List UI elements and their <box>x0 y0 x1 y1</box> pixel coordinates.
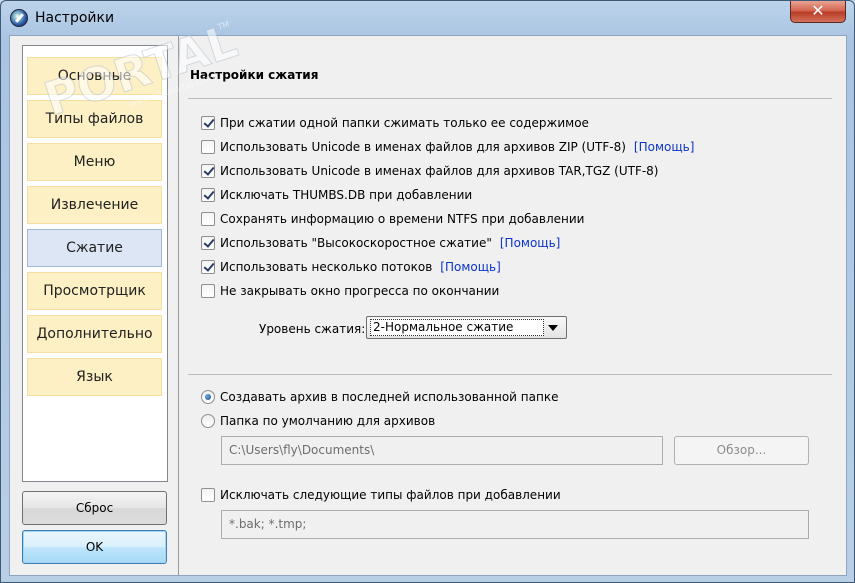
checkbox[interactable] <box>201 116 215 130</box>
option-label: Использовать Unicode в именах файлов для… <box>220 140 626 154</box>
option-row[interactable]: Использовать Unicode в именах файлов для… <box>201 162 659 180</box>
chevron-down-icon <box>548 325 558 331</box>
checkbox[interactable] <box>201 212 215 226</box>
checkbox[interactable] <box>201 260 215 274</box>
nav-item-general[interactable]: Основные <box>27 57 162 95</box>
option-row[interactable]: Использовать несколько потоков [Помощь] <box>201 258 501 276</box>
nav-item-file-types[interactable]: Типы файлов <box>27 100 162 138</box>
radio-button[interactable] <box>201 414 215 428</box>
window-title: Настройки <box>35 10 115 26</box>
nav-item-menu[interactable]: Меню <box>27 143 162 181</box>
radio-button[interactable] <box>201 390 215 404</box>
option-row[interactable]: Исключать THUMBS.DB при добавлении <box>201 186 472 204</box>
option-row[interactable]: Сохранять информацию о времени NTFS при … <box>201 210 584 228</box>
option-label: Использовать несколько потоков <box>220 260 433 274</box>
option-label: Использовать "Высокоскоростное сжатие" <box>220 236 492 250</box>
option-label: Не закрывать окно прогресса по окончании <box>220 284 500 298</box>
option-label: Исключать следующие типы файлов при доба… <box>220 488 561 502</box>
ok-button[interactable]: OK <box>22 530 167 564</box>
exclude-patterns-input[interactable]: *.bak; *.tmp; <box>221 510 809 539</box>
checkbox[interactable] <box>201 188 215 202</box>
option-row[interactable]: Использовать "Высокоскоростное сжатие" [… <box>201 234 560 252</box>
nav-item-language[interactable]: Язык <box>27 358 162 396</box>
dialog-body: Основные Типы файлов Меню Извлечение Сжа… <box>9 35 847 576</box>
radio-label: Папка по умолчанию для архивов <box>220 414 436 428</box>
nav-item-advanced[interactable]: Дополнительно <box>27 315 162 353</box>
option-row[interactable]: При сжатии одной папки сжимать только ее… <box>201 114 589 132</box>
vertical-divider <box>178 36 179 575</box>
section-title: Настройки сжатия <box>190 68 319 82</box>
option-label: Исключать THUMBS.DB при добавлении <box>220 188 473 202</box>
help-link[interactable]: [Помощь] <box>500 236 561 250</box>
app-icon <box>10 9 28 27</box>
checkbox[interactable] <box>201 284 215 298</box>
compression-level-label: Уровень сжатия: <box>259 322 366 336</box>
nav-item-compression[interactable]: Сжатие <box>27 229 162 267</box>
option-label: Использовать Unicode в именах файлов для… <box>220 164 659 178</box>
title-bar[interactable]: Настройки ✕ <box>1 1 854 35</box>
checkbox[interactable] <box>201 164 215 178</box>
nav-item-viewer[interactable]: Просмотрщик <box>27 272 162 310</box>
radio-last-folder[interactable]: Создавать архив в последней использованн… <box>201 388 558 406</box>
option-row[interactable]: Не закрывать окно прогресса по окончании <box>201 282 499 300</box>
settings-window: Настройки ✕ Основные Типы файлов Меню Из… <box>0 0 855 583</box>
radio-label: Создавать архив в последней использованн… <box>220 390 559 404</box>
checkbox[interactable] <box>201 236 215 250</box>
nav-item-extraction[interactable]: Извлечение <box>27 186 162 224</box>
checkbox[interactable] <box>201 140 215 154</box>
radio-default-folder[interactable]: Папка по умолчанию для архивов <box>201 412 435 430</box>
compression-level-value: 2-Нормальное сжатие <box>370 319 544 336</box>
option-label: При сжатии одной папки сжимать только ее… <box>220 116 589 130</box>
option-row[interactable]: Использовать Unicode в именах файлов для… <box>201 138 694 156</box>
settings-nav: Основные Типы файлов Меню Извлечение Сжа… <box>22 45 168 482</box>
help-link[interactable]: [Помощь] <box>440 260 501 274</box>
group-divider <box>188 374 832 375</box>
close-icon: ✕ <box>811 1 825 20</box>
default-folder-path-input[interactable]: C:\Users\fly\Documents\ <box>221 436 663 465</box>
reset-button[interactable]: Сброс <box>22 491 167 525</box>
exclude-types-row[interactable]: Исключать следующие типы файлов при доба… <box>201 486 561 504</box>
checkbox[interactable] <box>201 488 215 502</box>
close-button[interactable]: ✕ <box>790 1 846 23</box>
compression-level-select[interactable]: 2-Нормальное сжатие <box>366 316 567 339</box>
browse-button[interactable]: Обзор... <box>674 436 809 465</box>
option-label: Сохранять информацию о времени NTFS при … <box>220 212 585 226</box>
help-link[interactable]: [Помощь] <box>634 140 695 154</box>
section-divider <box>188 98 832 99</box>
